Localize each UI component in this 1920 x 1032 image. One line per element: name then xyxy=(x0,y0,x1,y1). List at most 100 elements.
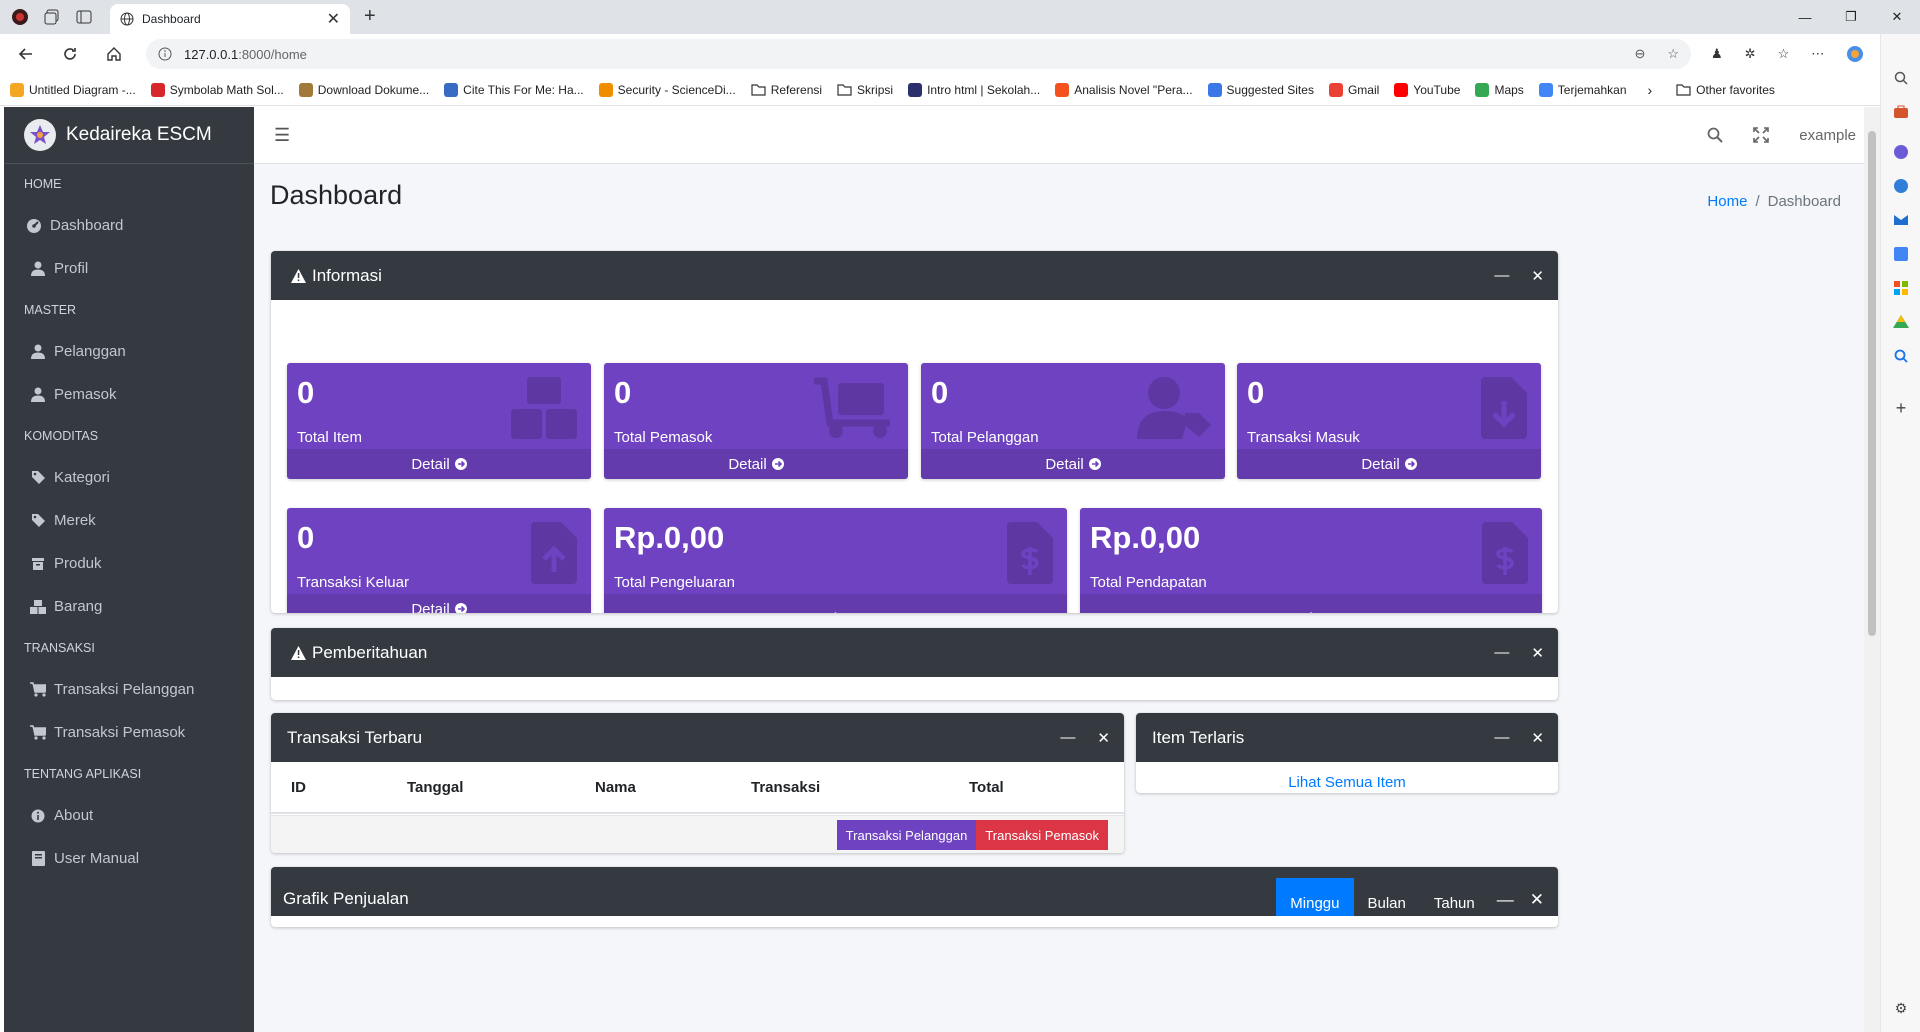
bookmark-item[interactable]: Download Dokume... xyxy=(298,82,429,97)
bookmark-item[interactable]: Suggested Sites xyxy=(1207,82,1314,97)
back-icon[interactable] xyxy=(8,38,44,70)
small-box-footer[interactable]: Detail xyxy=(1237,449,1541,479)
pemberitahuan-card: Pemberitahuan — ✕ xyxy=(271,628,1558,700)
remove-icon[interactable]: ✕ xyxy=(1531,729,1544,747)
sidebar-item-transaksi-pemasok[interactable]: Transaksi Pemasok xyxy=(4,711,254,754)
remove-icon[interactable]: ✕ xyxy=(1531,644,1544,662)
sidebar-item-merek[interactable]: Merek xyxy=(4,499,254,542)
menu-toggle-icon[interactable]: ☰ xyxy=(274,125,290,146)
restore-icon[interactable]: ❐ xyxy=(1828,0,1874,34)
tab-bulan[interactable]: Bulan xyxy=(1354,878,1420,916)
remove-icon[interactable]: ✕ xyxy=(1531,267,1544,285)
vertical-tabs-icon[interactable] xyxy=(72,5,96,29)
grafik-header: Grafik Penjualan Minggu Bulan Tahun — ✕ xyxy=(271,867,1558,916)
boxes-icon xyxy=(511,377,577,439)
more-menu-icon[interactable]: ⋯ xyxy=(1811,46,1824,62)
edge-games-icon[interactable] xyxy=(1891,142,1911,162)
collapse-icon[interactable]: — xyxy=(1060,729,1075,747)
edge-office-icon[interactable] xyxy=(1891,176,1911,196)
copilot-icon[interactable] xyxy=(1846,45,1864,63)
tab-close-icon[interactable]: ✕ xyxy=(327,9,340,29)
bookmark-item[interactable]: Terjemahkan xyxy=(1538,82,1627,97)
tab-tahun[interactable]: Tahun xyxy=(1420,878,1489,916)
sidebar-item-pemasok[interactable]: Pemasok xyxy=(4,373,254,416)
small-box-footer[interactable]: Detail xyxy=(287,594,591,613)
extension-icon[interactable]: ♟ xyxy=(1711,46,1723,62)
edge-settings-icon[interactable]: ⚙ xyxy=(1891,998,1911,1018)
small-box-footer[interactable]: . xyxy=(604,594,1067,613)
brand-link[interactable]: Kedaireka ESCM xyxy=(4,107,254,164)
sidebar-item-pelanggan[interactable]: Pelanggan xyxy=(4,330,254,373)
tab-minggu[interactable]: Minggu xyxy=(1276,878,1354,916)
search-icon[interactable] xyxy=(1707,127,1724,143)
other-favorites-folder[interactable]: Other favorites xyxy=(1676,83,1775,97)
transaksi-pelanggan-button[interactable]: Transaksi Pelanggan xyxy=(836,820,977,850)
url-host: 127.0.0.1 xyxy=(184,46,239,62)
close-window-icon[interactable]: ✕ xyxy=(1874,0,1920,34)
page-scrollbar[interactable] xyxy=(1864,107,1880,1032)
edge-bing-search-icon[interactable] xyxy=(1891,346,1911,366)
home-icon[interactable] xyxy=(96,38,132,70)
small-box-footer[interactable]: Detail xyxy=(604,449,908,479)
edge-search-icon[interactable] xyxy=(1891,68,1911,88)
minimize-icon[interactable]: — xyxy=(1782,0,1828,34)
small-box-footer-label: Detail xyxy=(411,600,450,614)
favorite-star-icon[interactable]: ☆ xyxy=(1667,46,1679,62)
small-box-footer[interactable]: Detail xyxy=(921,449,1225,479)
sidebar-item-transaksi-pelanggan[interactable]: Transaksi Pelanggan xyxy=(4,668,254,711)
user-menu[interactable]: example xyxy=(1799,127,1856,144)
transaksi-terbaru-header: Transaksi Terbaru — ✕ xyxy=(271,713,1124,762)
sidebar-item-about[interactable]: About xyxy=(4,794,254,837)
sidebar-item-profil[interactable]: Profil xyxy=(4,247,254,290)
folder-icon xyxy=(1676,83,1691,96)
reader-icon[interactable]: ⊖ xyxy=(1634,46,1645,62)
collapse-icon[interactable]: — xyxy=(1497,890,1514,916)
fullscreen-icon[interactable] xyxy=(1753,127,1770,143)
sidebar-item-produk[interactable]: Produk xyxy=(4,542,254,585)
sidebar-item-kategori[interactable]: Kategori xyxy=(4,456,254,499)
edge-outlook-icon[interactable] xyxy=(1891,210,1911,230)
sidebar-item-barang[interactable]: Barang xyxy=(4,585,254,628)
bookmark-item[interactable]: Symbolab Math Sol... xyxy=(150,82,284,97)
breadcrumb-home-link[interactable]: Home xyxy=(1707,193,1747,210)
bookmark-item[interactable]: Cite This For Me: Ha... xyxy=(444,82,584,97)
sidebar-item-dashboard[interactable]: Dashboard xyxy=(4,204,254,247)
refresh-icon[interactable] xyxy=(52,38,88,70)
collapse-icon[interactable]: — xyxy=(1494,729,1509,747)
transaksi-pemasok-button[interactable]: Transaksi Pemasok xyxy=(976,820,1108,850)
lihat-semua-item-link[interactable]: Lihat Semua Item xyxy=(1136,762,1558,791)
workspaces-icon[interactable] xyxy=(40,5,64,29)
site-info-icon[interactable] xyxy=(158,47,172,61)
bookmark-item[interactable]: Maps xyxy=(1475,82,1524,97)
favorites-icon[interactable]: ☆ xyxy=(1778,46,1790,62)
bookmark-item[interactable]: Skripsi xyxy=(837,83,893,97)
bookmarks-overflow-icon[interactable]: › xyxy=(1648,82,1653,98)
extensions-puzzle-icon[interactable]: ✲ xyxy=(1745,46,1756,62)
bookmark-item[interactable]: YouTube xyxy=(1394,82,1460,97)
remove-icon[interactable]: ✕ xyxy=(1097,729,1110,747)
url-input[interactable]: 127.0.0.1:8000/home ⊖ ☆ xyxy=(146,39,1691,69)
small-box-footer[interactable]: . xyxy=(1080,594,1542,613)
edge-drive-icon[interactable] xyxy=(1891,312,1911,332)
edge-translate-icon[interactable] xyxy=(1891,244,1911,264)
bookmark-item[interactable]: Untitled Diagram -... xyxy=(10,82,136,97)
bookmark-item[interactable]: Gmail xyxy=(1328,82,1379,97)
bookmark-item[interactable]: Referensi xyxy=(751,83,822,97)
profile-icon[interactable] xyxy=(8,5,32,29)
collapse-icon[interactable]: — xyxy=(1494,644,1509,662)
small-box-footer[interactable]: Detail xyxy=(287,449,591,479)
remove-icon[interactable]: ✕ xyxy=(1530,890,1544,916)
bookmark-item[interactable]: Security - ScienceDi... xyxy=(598,82,736,97)
edge-apps-icon[interactable] xyxy=(1891,278,1911,298)
cart-icon xyxy=(30,682,46,697)
bookmark-item[interactable]: Intro html | Sekolah... xyxy=(908,82,1040,97)
edge-tools-icon[interactable] xyxy=(1891,102,1911,122)
scrollbar-thumb[interactable] xyxy=(1868,131,1876,636)
bookmark-item[interactable]: Analisis Novel "Pera... xyxy=(1055,82,1193,97)
browser-tab-active[interactable]: Dashboard ✕ xyxy=(110,4,350,34)
edge-add-icon[interactable]: + xyxy=(1891,398,1911,418)
new-tab-icon[interactable]: + xyxy=(364,5,376,28)
bookmark-favicon-icon xyxy=(1055,82,1070,97)
sidebar-item-user-manual[interactable]: User Manual xyxy=(4,837,254,880)
collapse-icon[interactable]: — xyxy=(1494,267,1509,285)
